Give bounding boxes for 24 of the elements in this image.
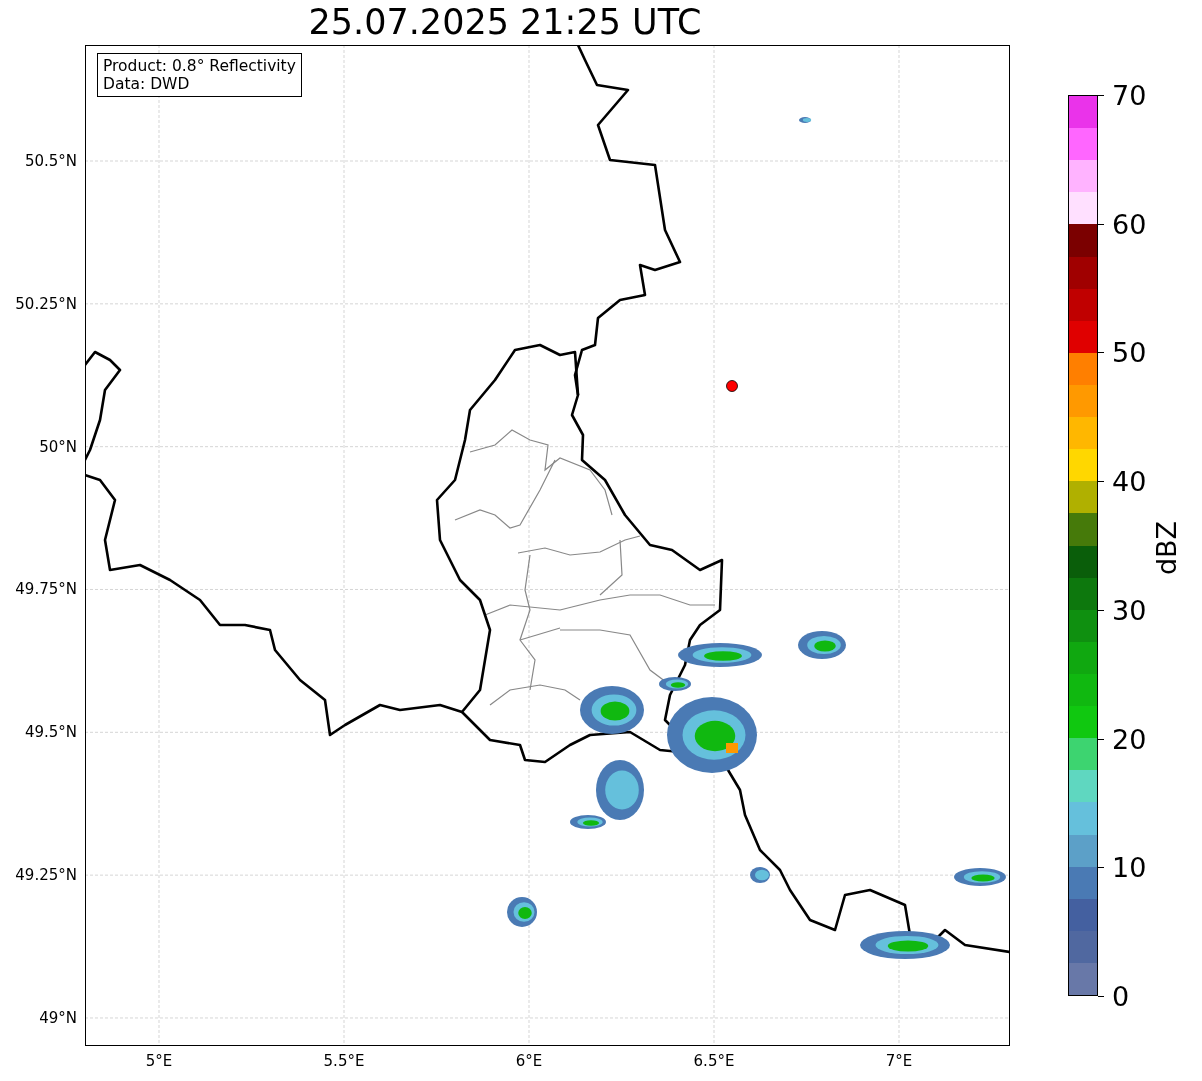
chart-title: 25.07.2025 21:25 UTC — [307, 1, 703, 44]
axis-tick-label: 49.75°N — [15, 580, 77, 599]
colorbar-tick-label: 20 — [1112, 723, 1147, 755]
info-text: Data: DWD — [103, 75, 191, 93]
axis-tick-label: 50.5°N — [24, 152, 77, 170]
axis-tick-label: 49.25°N — [15, 866, 77, 885]
axis-tick-label: 5°E — [145, 1052, 173, 1070]
colorbar-tick-label: 30 — [1112, 594, 1147, 626]
axis-tick-label: 7°E — [885, 1052, 913, 1070]
colorbar-tick-label: 0 — [1112, 980, 1130, 1012]
axis-tick-label: 49°N — [39, 1008, 77, 1027]
colorbar-tick-label: 40 — [1112, 465, 1147, 497]
axis-tick-label: 6°E — [515, 1052, 543, 1070]
colorbar-tick-label: 60 — [1112, 208, 1147, 240]
axis-tick-label: 50.25°N — [15, 294, 77, 313]
axis-tick-label: 6.5°E — [693, 1052, 735, 1070]
axis-label: dBZ — [1150, 520, 1182, 576]
axis-tick-label: 5.5°E — [323, 1052, 365, 1070]
info-text: Product: 0.8° Reflectivity — [103, 57, 296, 75]
colorbar-tick-label: 10 — [1112, 851, 1147, 883]
colorbar-tick-label: 50 — [1112, 336, 1147, 368]
axis-tick-label: 50°N — [39, 437, 77, 456]
colorbar-tick-label: 70 — [1112, 79, 1147, 111]
axis-tick-label: 49.5°N — [24, 723, 77, 742]
